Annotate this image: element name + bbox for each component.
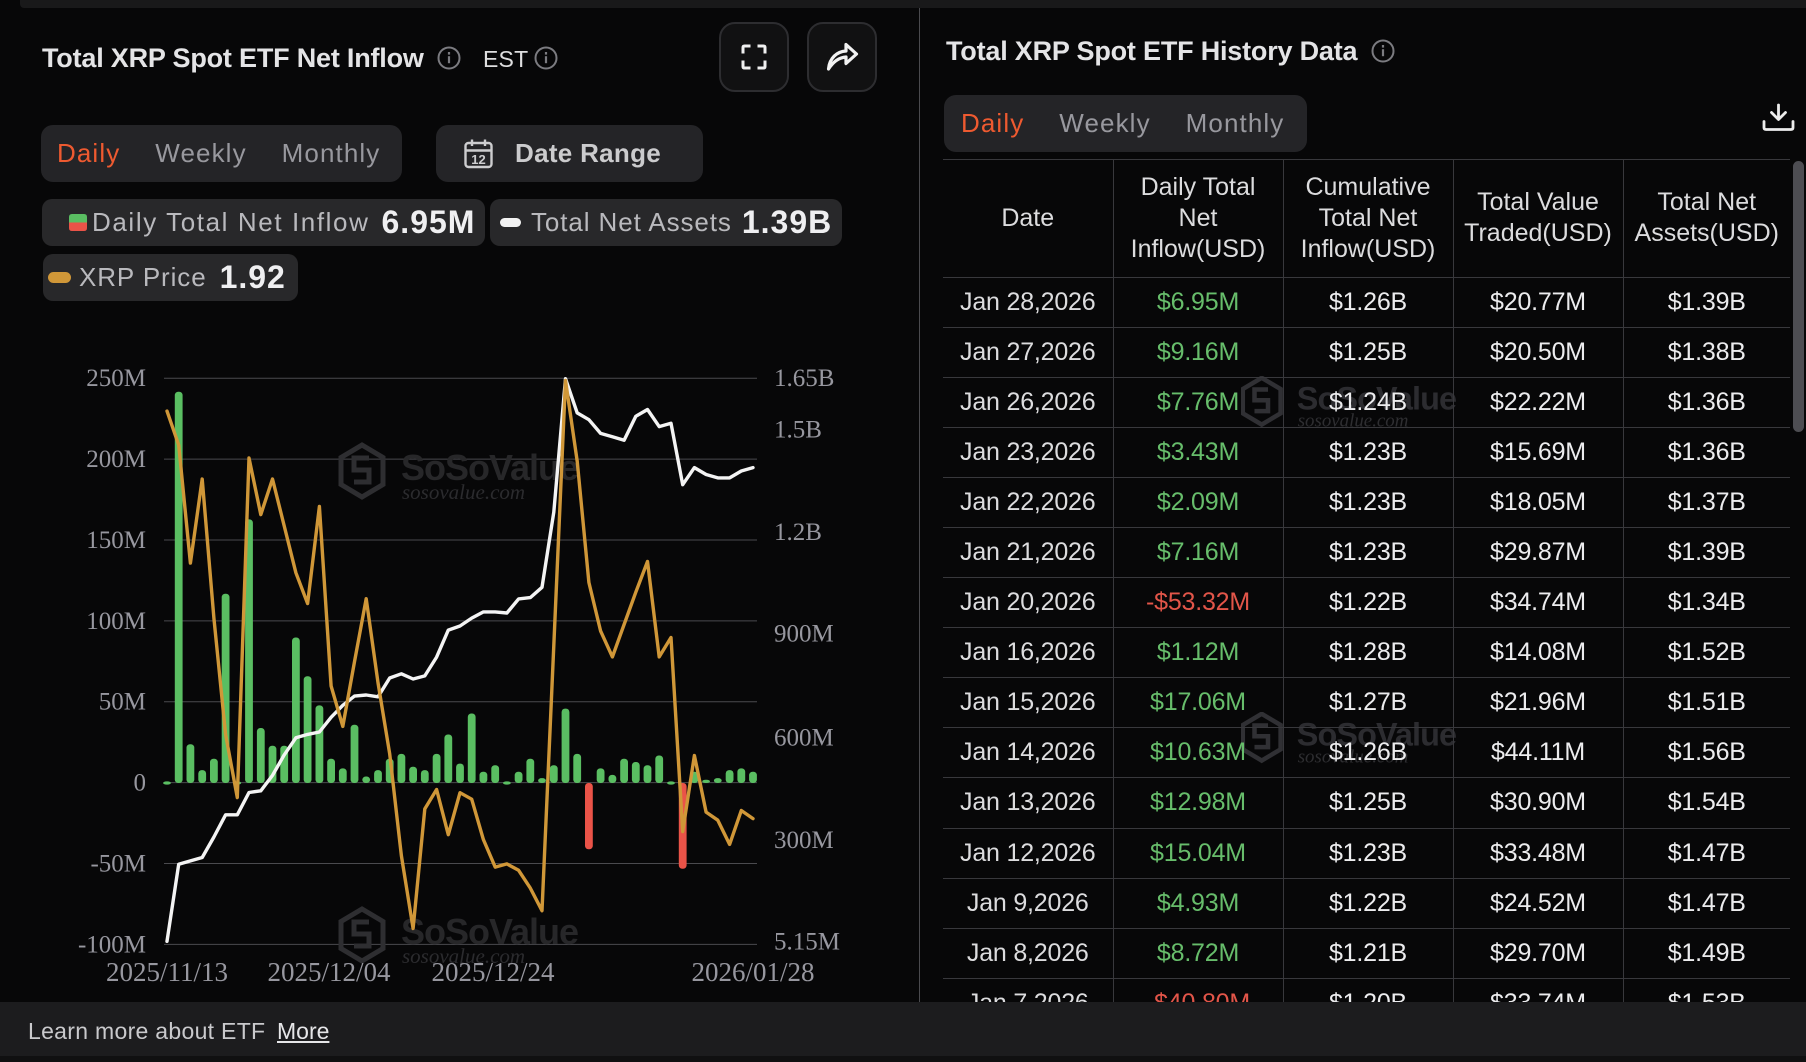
svg-text:sosovalue.com: sosovalue.com [402,480,525,504]
svg-text:0: 0 [134,770,147,797]
svg-text:-100M: -100M [78,931,146,958]
svg-text:-50M: -50M [90,851,146,878]
svg-text:1.2B: 1.2B [774,519,822,546]
svg-text:200M: 200M [86,446,146,473]
svg-text:2025/11/13: 2025/11/13 [106,957,228,987]
svg-text:900M: 900M [774,621,834,648]
svg-text:2026/01/28: 2026/01/28 [691,957,814,987]
svg-text:1.5B: 1.5B [774,417,822,444]
svg-text:50M: 50M [99,689,146,716]
svg-text:250M: 250M [86,365,146,392]
svg-text:150M: 150M [86,527,146,554]
svg-text:2025/12/04: 2025/12/04 [267,957,391,987]
svg-text:2025/12/24: 2025/12/24 [431,957,555,987]
svg-text:1.65B: 1.65B [774,365,834,392]
svg-text:600M: 600M [774,725,834,752]
svg-text:300M: 300M [774,827,834,854]
svg-text:5.15M: 5.15M [774,929,840,956]
svg-text:100M: 100M [86,608,146,635]
